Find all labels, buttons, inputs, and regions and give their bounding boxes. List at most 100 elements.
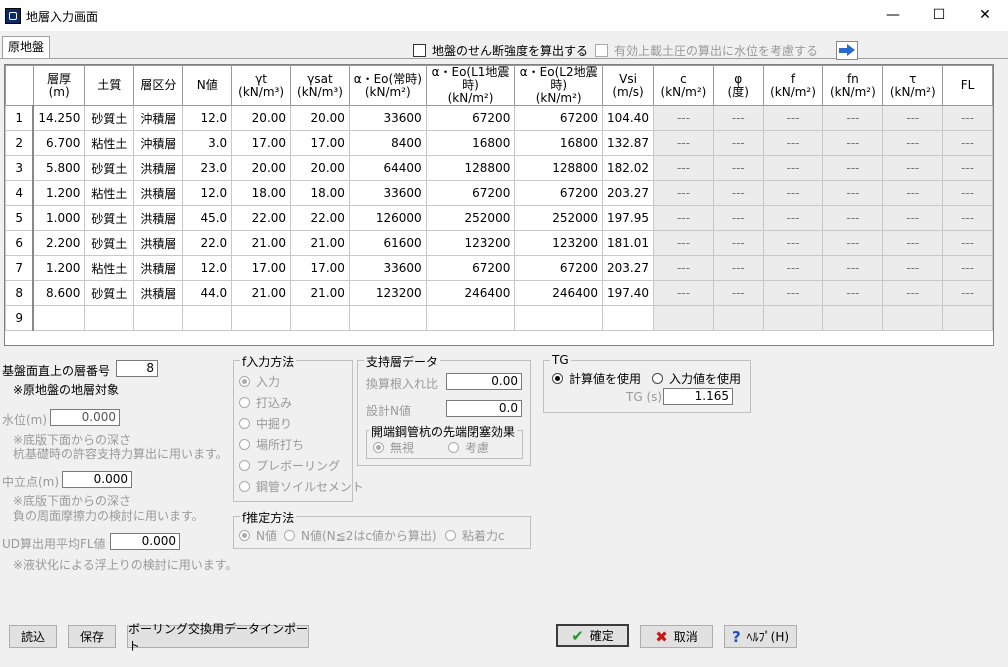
table-cell[interactable]: 128800 — [514, 155, 604, 181]
table-row[interactable]: 1 14.250 砂質土 沖積層 12.0 20.00 20.00 33600 67200 672… — [5, 105, 993, 131]
table-cell[interactable]: 砂質土 — [84, 105, 135, 131]
table-cell[interactable]: 洪積層 — [133, 255, 184, 281]
table-cell[interactable]: 洪積層 — [133, 155, 184, 181]
table-cell[interactable]: 6.700 — [32, 130, 86, 156]
table-cell[interactable]: 67200 — [425, 105, 516, 131]
table-cell[interactable]: 197.95 — [602, 205, 655, 231]
table-cell[interactable]: 132.87 — [602, 130, 655, 156]
table-cell[interactable]: 44.0 — [182, 280, 233, 306]
table-cell[interactable]: 洪積層 — [133, 180, 184, 206]
table-cell[interactable] — [425, 305, 516, 331]
table-cell[interactable]: 252000 — [514, 205, 604, 231]
table-cell[interactable]: 203.27 — [602, 180, 655, 206]
table-cell[interactable]: 45.0 — [182, 205, 233, 231]
table-cell[interactable]: 1.200 — [32, 180, 86, 206]
table-cell[interactable]: 203.27 — [602, 255, 655, 281]
table-cell[interactable]: 252000 — [425, 205, 516, 231]
pipe-consider-radio[interactable]: 考慮 — [448, 439, 489, 456]
water-level-checkbox[interactable]: 有効上載土圧の算出に水位を考慮する — [595, 42, 818, 59]
table-row[interactable]: 6 2.200 砂質土 洪積層 22.0 21.00 21.00 61600 123200 123… — [5, 230, 993, 256]
table-cell[interactable]: 181.01 — [602, 230, 655, 256]
f-input-radio-input[interactable]: 入力 — [239, 373, 280, 390]
table-cell[interactable]: 197.40 — [602, 280, 655, 306]
table-cell[interactable] — [602, 305, 655, 331]
tg-value-input[interactable]: 1.165 — [663, 388, 733, 405]
table-cell[interactable]: 22.00 — [290, 205, 350, 231]
minimize-button[interactable]: — — [870, 0, 916, 31]
table-cell[interactable]: 20.00 — [290, 105, 350, 131]
table-cell[interactable]: 16800 — [425, 130, 516, 156]
table-cell[interactable]: 33600 — [348, 180, 427, 206]
table-cell[interactable]: 粘性土 — [84, 180, 135, 206]
table-row[interactable]: 4 1.200 粘性土 洪積層 12.0 18.00 18.00 33600 67200 6720… — [5, 180, 993, 206]
table-cell[interactable]: 123200 — [348, 280, 427, 306]
table-cell[interactable]: 16800 — [514, 130, 604, 156]
pipe-ignore-radio[interactable]: 無視 — [373, 439, 414, 456]
checkbox-box[interactable] — [595, 44, 608, 57]
f-input-radio-inner-excavation[interactable]: 中掘り — [239, 415, 292, 432]
table-cell[interactable]: 22.0 — [182, 230, 233, 256]
table-cell[interactable]: 21.00 — [290, 280, 350, 306]
neutral-point-input[interactable]: 0.000 — [62, 471, 132, 488]
table-cell[interactable] — [290, 305, 350, 331]
table-cell[interactable]: 64400 — [348, 155, 427, 181]
table-cell[interactable]: 33600 — [348, 255, 427, 281]
table-row[interactable]: 8 8.600 砂質土 洪積層 44.0 21.00 21.00 123200 246400 24… — [5, 280, 993, 306]
checkbox-box[interactable] — [413, 44, 426, 57]
table-cell[interactable]: 洪積層 — [133, 230, 184, 256]
table-cell[interactable]: 67200 — [514, 180, 604, 206]
f-input-radio-cast-in-place[interactable]: 場所打ち — [239, 436, 304, 453]
table-cell[interactable]: 128800 — [425, 155, 516, 181]
table-cell[interactable]: 8400 — [348, 130, 427, 156]
tab-original-ground[interactable]: 原地盤 — [2, 36, 50, 59]
table-cell[interactable]: 粘性土 — [84, 255, 135, 281]
table-cell[interactable]: 沖積層 — [133, 130, 184, 156]
table-cell[interactable]: 123200 — [514, 230, 604, 256]
table-cell[interactable]: 21.00 — [231, 280, 292, 306]
shear-strength-checkbox[interactable]: 地盤のせん断強度を算出する — [413, 42, 588, 59]
table-cell[interactable]: 12.0 — [182, 180, 233, 206]
ok-button[interactable]: ✔ 確定 — [556, 624, 629, 647]
table-cell[interactable]: 21.00 — [231, 230, 292, 256]
table-cell[interactable]: 14.250 — [32, 105, 86, 131]
table-cell[interactable] — [182, 305, 233, 331]
save-button[interactable]: 保存 — [68, 625, 116, 648]
table-cell[interactable]: 洪積層 — [133, 205, 184, 231]
table-cell[interactable]: 砂質土 — [84, 155, 135, 181]
ud-fl-input[interactable]: 0.000 — [110, 533, 180, 550]
estimate-n-radio[interactable]: N値 — [239, 527, 277, 544]
table-row[interactable]: 5 1.000 砂質土 洪積層 45.0 22.00 22.00 126000 252000 25… — [5, 205, 993, 231]
table-cell[interactable]: 砂質土 — [84, 230, 135, 256]
estimate-cohesion-radio[interactable]: 粘着力c — [445, 527, 505, 544]
table-cell[interactable]: 126000 — [348, 205, 427, 231]
table-cell[interactable]: 1.000 — [32, 205, 86, 231]
table-cell[interactable]: 沖積層 — [133, 105, 184, 131]
tg-calculated-radio[interactable]: 計算値を使用 — [552, 370, 641, 387]
table-cell[interactable] — [32, 305, 86, 331]
table-cell[interactable]: 12.0 — [182, 105, 233, 131]
load-button[interactable]: 読込 — [9, 625, 57, 648]
table-cell[interactable]: 17.00 — [290, 130, 350, 156]
table-cell[interactable]: 8.600 — [32, 280, 86, 306]
table-cell[interactable]: 33600 — [348, 105, 427, 131]
cancel-button[interactable]: ✖ 取消 — [640, 625, 713, 648]
table-cell[interactable]: 246400 — [514, 280, 604, 306]
table-cell[interactable]: 61600 — [348, 230, 427, 256]
layer-grid[interactable]: 層厚 (m) 土質 層区分 N値 γt (kN/m³) γsat (kN/m³) α・Eo(常時)… — [4, 64, 994, 346]
table-cell[interactable]: 洪積層 — [133, 280, 184, 306]
table-cell[interactable]: 18.00 — [231, 180, 292, 206]
table-cell[interactable]: 67200 — [425, 255, 516, 281]
table-cell[interactable]: 17.00 — [231, 130, 292, 156]
table-cell[interactable]: 67200 — [514, 255, 604, 281]
table-cell[interactable]: 123200 — [425, 230, 516, 256]
table-cell[interactable]: 1.200 — [32, 255, 86, 281]
table-cell[interactable] — [133, 305, 184, 331]
table-cell[interactable] — [348, 305, 427, 331]
table-cell[interactable]: 17.00 — [290, 255, 350, 281]
table-cell[interactable]: 17.00 — [231, 255, 292, 281]
table-cell[interactable]: 12.0 — [182, 255, 233, 281]
table-cell[interactable]: 砂質土 — [84, 280, 135, 306]
table-cell[interactable]: 23.0 — [182, 155, 233, 181]
water-level-input[interactable]: 0.000 — [50, 409, 120, 426]
table-cell[interactable] — [84, 305, 135, 331]
